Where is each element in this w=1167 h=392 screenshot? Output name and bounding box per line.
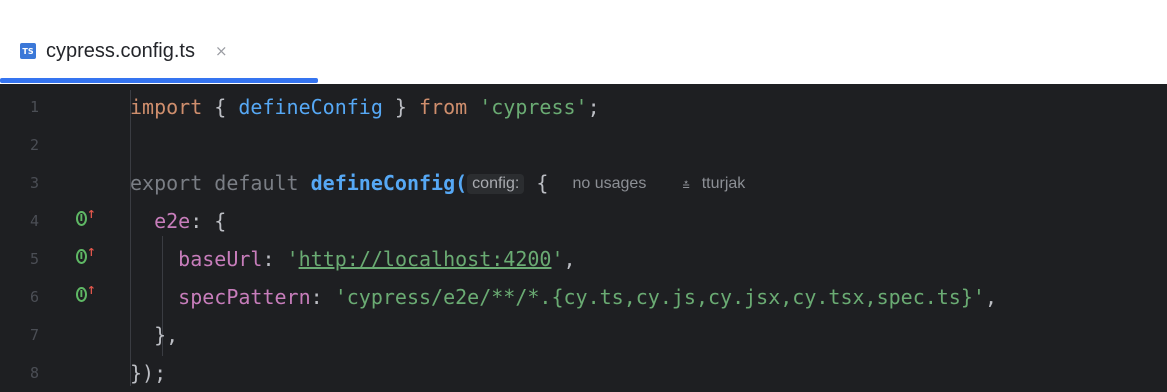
code-line-3[interactable]: 3 export default defineConfig(config: { …: [0, 164, 1167, 202]
code-line-8[interactable]: 8 });: [0, 354, 1167, 392]
code-punctuation: },: [154, 323, 179, 347]
quote: ': [286, 247, 299, 271]
line-number: 7: [30, 326, 40, 344]
comma: ,: [563, 247, 576, 271]
code-line-2[interactable]: 2: [0, 126, 1167, 164]
tab-cypress-config[interactable]: TS cypress.config.ts ×: [18, 26, 228, 76]
spec-pattern-string: 'cypress/e2e/**/*.{cy.ts,cy.js,cy.jsx,cy…: [334, 285, 985, 309]
code-editor[interactable]: 1 import { defineConfig } from 'cypress'…: [0, 86, 1167, 391]
line-number: 4: [30, 212, 40, 230]
colon: :: [262, 247, 287, 271]
imported-name: defineConfig: [238, 95, 383, 119]
code-text: specPattern: 'cypress/e2e/**/*.{cy.ts,cy…: [130, 285, 997, 309]
usages-hint[interactable]: no usages: [572, 175, 646, 192]
line-number: 6: [30, 288, 40, 306]
close-icon[interactable]: ×: [215, 42, 228, 60]
active-tab-indicator: [0, 78, 318, 83]
url-link[interactable]: http://localhost:4200: [299, 247, 552, 271]
implementing-gutter-icon[interactable]: I ↑: [76, 208, 96, 228]
author-icon: ≛: [682, 179, 690, 193]
paren-open: (: [455, 171, 468, 195]
code-line-6[interactable]: 6 I ↑ specPattern: 'cypress/e2e/**/*.{cy.…: [0, 278, 1167, 316]
parameter-hint: config:: [467, 174, 525, 194]
quote: ': [551, 247, 564, 271]
line-number: 2: [30, 136, 40, 154]
code-text: });: [130, 361, 166, 385]
property-key: e2e: [154, 209, 191, 233]
code-punctuation: : {: [190, 209, 227, 233]
property-key: baseUrl: [178, 247, 263, 271]
semicolon: ;: [587, 95, 600, 119]
keyword-from: from: [419, 95, 468, 119]
line-number: 1: [30, 98, 40, 116]
typescript-file-icon: TS: [20, 43, 36, 59]
code-line-1[interactable]: 1 import { defineConfig } from 'cypress'…: [0, 88, 1167, 126]
line-number: 5: [30, 250, 40, 268]
code-line-4[interactable]: 4 I ↑ e2e: {: [0, 202, 1167, 240]
tab-title: cypress.config.ts: [46, 39, 195, 62]
colon: :: [310, 285, 335, 309]
code-text: export default defineConfig(config: { no…: [130, 171, 745, 195]
line-number: 3: [30, 174, 40, 192]
implementing-gutter-icon[interactable]: I ↑: [76, 246, 96, 266]
editor-tab-bar: TS cypress.config.ts ×: [0, 0, 1167, 84]
code-punctuation: });: [130, 361, 167, 385]
implementing-gutter-icon[interactable]: I ↑: [76, 284, 96, 304]
code-text: },: [130, 323, 178, 347]
brace-open: {: [202, 95, 239, 119]
keyword-export-default: export default: [130, 171, 311, 195]
keyword-import: import: [130, 95, 203, 119]
brace-open: {: [524, 171, 561, 195]
code-text: e2e: {: [130, 209, 226, 233]
function-call: defineConfig: [310, 171, 456, 195]
ide-window: TS cypress.config.ts × 1 import { define…: [0, 0, 1167, 391]
author-hint[interactable]: tturjak: [702, 175, 746, 192]
line-number: 8: [30, 364, 40, 382]
brace-close: }: [382, 95, 419, 119]
property-key: specPattern: [178, 285, 311, 309]
comma: ,: [984, 285, 997, 309]
module-string: 'cypress': [479, 95, 588, 119]
code-text: baseUrl: 'http://localhost:4200',: [130, 247, 576, 271]
code-line-5[interactable]: 5 I ↑ baseUrl: 'http://localhost:4200',: [0, 240, 1167, 278]
code-line-7[interactable]: 7 },: [0, 316, 1167, 354]
code-text: import { defineConfig } from 'cypress';: [130, 95, 600, 119]
